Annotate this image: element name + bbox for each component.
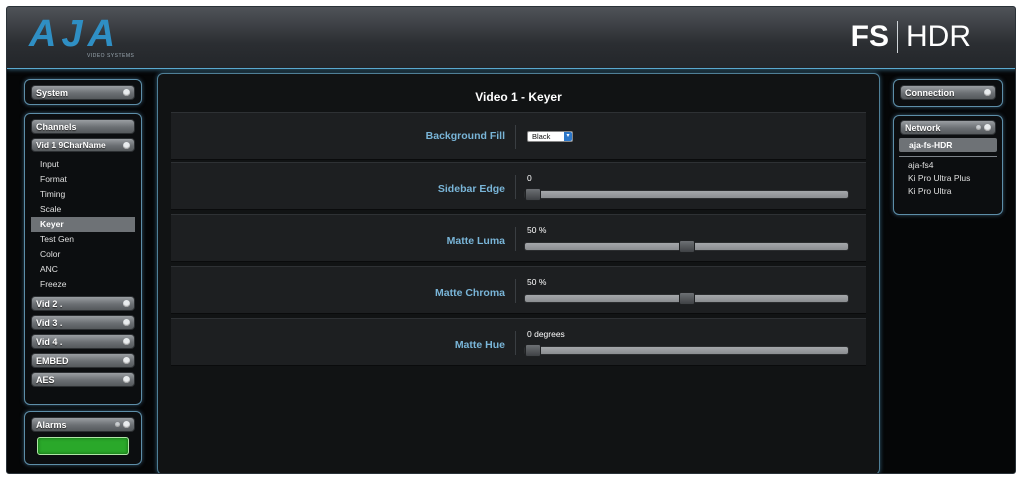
- row-divider: [515, 331, 516, 355]
- alarm-dots: [115, 421, 130, 428]
- vid-2-button[interactable]: Vid 2 .: [31, 296, 135, 311]
- app-window: AJA VIDEO SYSTEMS FS HDR System Channels…: [6, 6, 1016, 474]
- expand-dot-icon: [123, 319, 130, 326]
- expand-dot-icon: [123, 300, 130, 307]
- menu-item-input[interactable]: Input: [31, 157, 135, 172]
- product-separator: [897, 21, 898, 53]
- matte-chroma-label: Matte Chroma: [434, 287, 505, 299]
- row-matte-chroma: Matte Chroma 50 %: [171, 266, 866, 314]
- aja-logo: AJA VIDEO SYSTEMS: [29, 15, 159, 59]
- alarms-panel: Alarms: [24, 411, 142, 465]
- page-title: Video 1 - Keyer: [475, 90, 562, 104]
- network-device-selected[interactable]: aja-fs-HDR: [899, 138, 997, 152]
- row-matte-luma: Matte Luma 50 %: [171, 214, 866, 262]
- expand-dot-icon: [984, 124, 991, 131]
- current-channel-label: Vid 1 9CharName: [36, 140, 106, 150]
- network-button[interactable]: Network: [900, 120, 996, 135]
- slider-thumb[interactable]: [679, 240, 695, 253]
- channel-menu: Input Format Timing Scale Keyer Test Gen…: [31, 157, 135, 292]
- matte-chroma-slider[interactable]: [524, 292, 849, 305]
- logo-text: AJA: [29, 13, 121, 55]
- background-fill-label: Background Fill: [425, 130, 505, 142]
- system-label: System: [36, 87, 69, 98]
- matte-hue-label: Matte Hue: [454, 339, 505, 351]
- row-divider: [515, 279, 516, 303]
- matte-hue-value: 0 degrees: [527, 329, 565, 339]
- expand-dot-icon: [123, 357, 130, 364]
- background-fill-select[interactable]: Black ▾: [527, 131, 573, 142]
- row-sidebar-edge: Sidebar Edge 0: [171, 162, 866, 210]
- menu-item-anc[interactable]: ANC: [31, 262, 135, 277]
- product-name: FS HDR: [851, 19, 971, 55]
- network-device-item[interactable]: Ki Pro Ultra: [894, 185, 1002, 198]
- aes-label: AES: [36, 374, 55, 385]
- logo-subtitle: VIDEO SYSTEMS: [87, 53, 135, 59]
- channels-label: Channels: [36, 121, 77, 132]
- vid-4-label: Vid 4 .: [36, 336, 63, 347]
- sidebar-edge-slider[interactable]: [524, 188, 849, 201]
- expand-dot-icon: [123, 89, 130, 96]
- vid-2-label: Vid 2 .: [36, 298, 63, 309]
- aes-button[interactable]: AES: [31, 372, 135, 387]
- channels-button[interactable]: Channels: [31, 119, 135, 134]
- network-panel: Network aja-fs-HDR aja-fs4 Ki Pro Ultra …: [893, 115, 1003, 215]
- expand-dot-icon: [123, 141, 130, 149]
- connection-panel: Connection: [893, 79, 1003, 107]
- embed-button[interactable]: EMBED: [31, 353, 135, 368]
- vid-3-label: Vid 3 .: [36, 317, 63, 328]
- row-divider: [515, 227, 516, 251]
- vid-3-button[interactable]: Vid 3 .: [31, 315, 135, 330]
- matte-luma-value: 50 %: [527, 225, 547, 235]
- menu-item-timing[interactable]: Timing: [31, 187, 135, 202]
- connection-label: Connection: [905, 87, 955, 98]
- expand-dot-icon: [984, 89, 991, 96]
- matte-luma-slider[interactable]: [524, 240, 849, 253]
- product-suffix: HDR: [906, 20, 971, 53]
- expand-dot-icon: [123, 338, 130, 345]
- row-divider: [515, 125, 516, 149]
- network-dots: [976, 124, 991, 131]
- network-label: Network: [905, 122, 941, 133]
- slider-thumb[interactable]: [525, 188, 541, 201]
- alarms-button[interactable]: Alarms: [31, 417, 135, 432]
- row-divider: [515, 175, 516, 199]
- row-background-fill: Background Fill Black ▾: [171, 112, 866, 160]
- slider-thumb[interactable]: [679, 292, 695, 305]
- matte-hue-slider[interactable]: [524, 344, 849, 357]
- menu-item-test-gen[interactable]: Test Gen: [31, 232, 135, 247]
- matte-chroma-value: 50 %: [527, 277, 547, 287]
- menu-item-format[interactable]: Format: [31, 172, 135, 187]
- vid-4-button[interactable]: Vid 4 .: [31, 334, 135, 349]
- network-device-item[interactable]: aja-fs4: [894, 159, 1002, 172]
- network-divider: [899, 156, 997, 157]
- expand-dot-icon: [123, 376, 130, 383]
- alarm-status-indicator: [37, 437, 129, 455]
- connection-button[interactable]: Connection: [900, 85, 996, 100]
- background-fill-value: Black: [532, 132, 551, 141]
- channels-panel: Channels Vid 1 9CharName Input Format Ti…: [24, 113, 142, 405]
- expand-dot-icon: [123, 421, 130, 428]
- header-bar: AJA VIDEO SYSTEMS FS HDR: [7, 7, 1015, 69]
- system-button[interactable]: System: [31, 85, 135, 100]
- menu-item-keyer[interactable]: Keyer: [31, 217, 135, 232]
- pin-dot-icon[interactable]: [976, 125, 981, 130]
- network-device-item[interactable]: Ki Pro Ultra Plus: [894, 172, 1002, 185]
- row-matte-hue: Matte Hue 0 degrees: [171, 318, 866, 366]
- product-prefix: FS: [850, 20, 889, 53]
- current-channel-button[interactable]: Vid 1 9CharName: [31, 138, 135, 152]
- slider-thumb[interactable]: [525, 344, 541, 357]
- embed-label: EMBED: [36, 355, 69, 366]
- matte-luma-label: Matte Luma: [446, 235, 505, 247]
- sidebar-edge-value: 0: [527, 173, 532, 183]
- menu-item-scale[interactable]: Scale: [31, 202, 135, 217]
- pin-dot-icon[interactable]: [115, 422, 120, 427]
- sidebar-edge-label: Sidebar Edge: [437, 183, 505, 195]
- system-panel: System: [24, 79, 142, 105]
- menu-item-color[interactable]: Color: [31, 247, 135, 262]
- alarms-label: Alarms: [36, 419, 67, 430]
- main-content-panel: Video 1 - Keyer Background Fill Black ▾ …: [157, 73, 880, 473]
- select-arrow-icon: ▾: [564, 132, 572, 141]
- menu-item-freeze[interactable]: Freeze: [31, 277, 135, 292]
